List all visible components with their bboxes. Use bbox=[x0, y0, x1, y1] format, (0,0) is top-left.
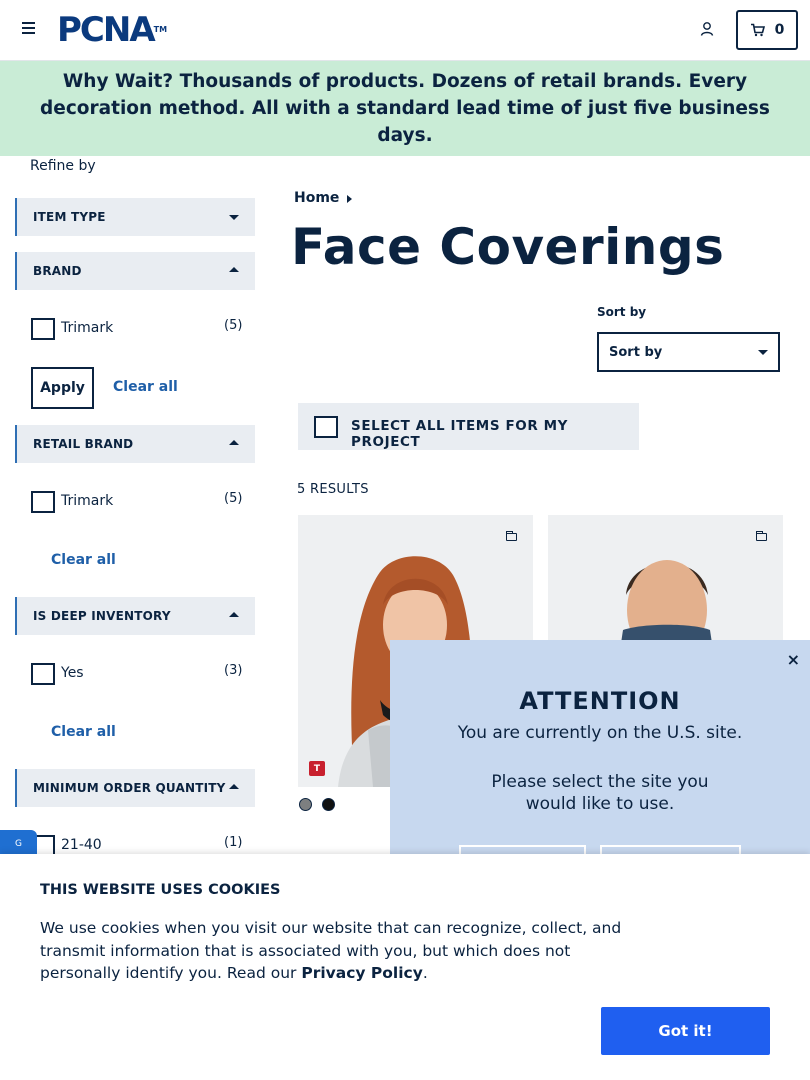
facet-deep-inventory[interactable]: IS DEEP INVENTORY bbox=[15, 597, 255, 635]
account-icon[interactable] bbox=[699, 21, 715, 37]
cart-button[interactable]: 0 bbox=[736, 10, 798, 50]
chevron-right-icon bbox=[347, 195, 353, 203]
chevron-up-icon bbox=[229, 440, 239, 445]
privacy-policy-link[interactable]: Privacy Policy bbox=[301, 964, 423, 982]
modal-instruction-line-1: Please select the site you bbox=[491, 772, 709, 792]
sort-value: Sort by bbox=[609, 344, 663, 360]
breadcrumb: Home bbox=[294, 190, 353, 206]
sort-select[interactable]: Sort by bbox=[597, 332, 780, 372]
facet-item-type[interactable]: ITEM TYPE bbox=[15, 198, 255, 236]
refine-by-label: Refine by bbox=[30, 158, 96, 174]
logo-tm: TM bbox=[153, 25, 168, 34]
deep-inventory-yes-label: Yes bbox=[61, 665, 84, 681]
brand-trimark-count: (5) bbox=[224, 318, 243, 333]
moq-21-40-label: 21-40 bbox=[61, 837, 102, 853]
deep-inventory-yes-count: (3) bbox=[224, 663, 243, 678]
promo-lead: Why Wait? bbox=[62, 71, 174, 92]
retail-brand-trimark-count: (5) bbox=[224, 491, 243, 506]
chevron-up-icon bbox=[229, 267, 239, 272]
facet-title: BRAND bbox=[33, 264, 82, 278]
retail-brand-trimark-checkbox[interactable] bbox=[31, 491, 55, 513]
page-title: Face Coverings bbox=[291, 218, 725, 276]
color-swatch-grey[interactable] bbox=[299, 798, 312, 811]
facet-brand[interactable]: BRAND bbox=[15, 252, 255, 290]
modal-current-site-text: You are currently on the U.S. site. bbox=[457, 723, 743, 743]
facet-minimum-order-quantity[interactable]: MINIMUM ORDER QUANTITY bbox=[15, 769, 255, 807]
facet-retail-brand[interactable]: RETAIL BRAND bbox=[15, 425, 255, 463]
facet-title: RETAIL BRAND bbox=[33, 437, 134, 451]
cart-count: 0 bbox=[774, 22, 785, 38]
chevron-up-icon bbox=[229, 784, 239, 789]
chevron-down-icon bbox=[229, 215, 239, 220]
promo-banner: Why Wait? Thousands of products. Dozens … bbox=[0, 61, 810, 156]
cookie-text: We use cookies when you visit our websit… bbox=[40, 917, 630, 985]
select-all-label: SELECT ALL ITEMS FOR MY PROJECT bbox=[351, 418, 569, 450]
modal-title: ATTENTION bbox=[519, 687, 681, 715]
select-all-checkbox[interactable] bbox=[314, 415, 338, 438]
chevron-up-icon bbox=[229, 612, 239, 617]
breadcrumb-home[interactable]: Home bbox=[294, 190, 339, 206]
color-swatch-black[interactable] bbox=[322, 798, 335, 811]
select-all-items-bar[interactable]: SELECT ALL ITEMS FOR MY PROJECT bbox=[298, 403, 639, 450]
site-selection-modal: × ATTENTION You are currently on the U.S… bbox=[390, 640, 810, 875]
close-icon[interactable]: × bbox=[787, 650, 800, 669]
brand-clear-all-link[interactable]: Clear all bbox=[113, 379, 178, 395]
chevron-down-icon bbox=[758, 350, 768, 355]
facet-title: MINIMUM ORDER QUANTITY bbox=[33, 781, 226, 795]
pcna-logo[interactable]: PCNATM bbox=[57, 11, 167, 49]
facet-title: IS DEEP INVENTORY bbox=[33, 609, 171, 623]
brand-trimark-label: Trimark bbox=[61, 320, 114, 336]
deep-inventory-yes-checkbox[interactable] bbox=[31, 663, 55, 685]
cart-icon bbox=[750, 23, 765, 37]
trimark-brand-badge: T bbox=[309, 761, 325, 776]
retail-brand-clear-all-link[interactable]: Clear all bbox=[51, 552, 116, 568]
modal-instruction-line-2: would like to use. bbox=[525, 794, 675, 814]
side-tab-text: G bbox=[15, 839, 22, 849]
sort-label: Sort by bbox=[597, 305, 647, 319]
cookie-consent-banner: THIS WEBSITE USES COOKIES We use cookies… bbox=[0, 854, 810, 1080]
apply-button[interactable]: Apply bbox=[31, 367, 94, 409]
logo-text: PCNA bbox=[57, 10, 156, 50]
cookie-title: THIS WEBSITE USES COOKIES bbox=[40, 882, 281, 898]
site-header: PCNATM 0 bbox=[0, 0, 810, 61]
promo-text: Why Wait? Thousands of products. Dozens … bbox=[14, 68, 796, 149]
cookie-period: . bbox=[422, 964, 428, 982]
results-count: 5 RESULTS bbox=[297, 482, 369, 497]
brand-trimark-checkbox[interactable] bbox=[31, 318, 55, 340]
menu-icon[interactable] bbox=[22, 22, 35, 36]
facet-title: ITEM TYPE bbox=[33, 210, 106, 224]
got-it-button[interactable]: Got it! bbox=[601, 1007, 770, 1055]
moq-21-40-count: (1) bbox=[224, 835, 243, 850]
deep-inventory-clear-all-link[interactable]: Clear all bbox=[51, 724, 116, 740]
retail-brand-trimark-label: Trimark bbox=[61, 493, 114, 509]
